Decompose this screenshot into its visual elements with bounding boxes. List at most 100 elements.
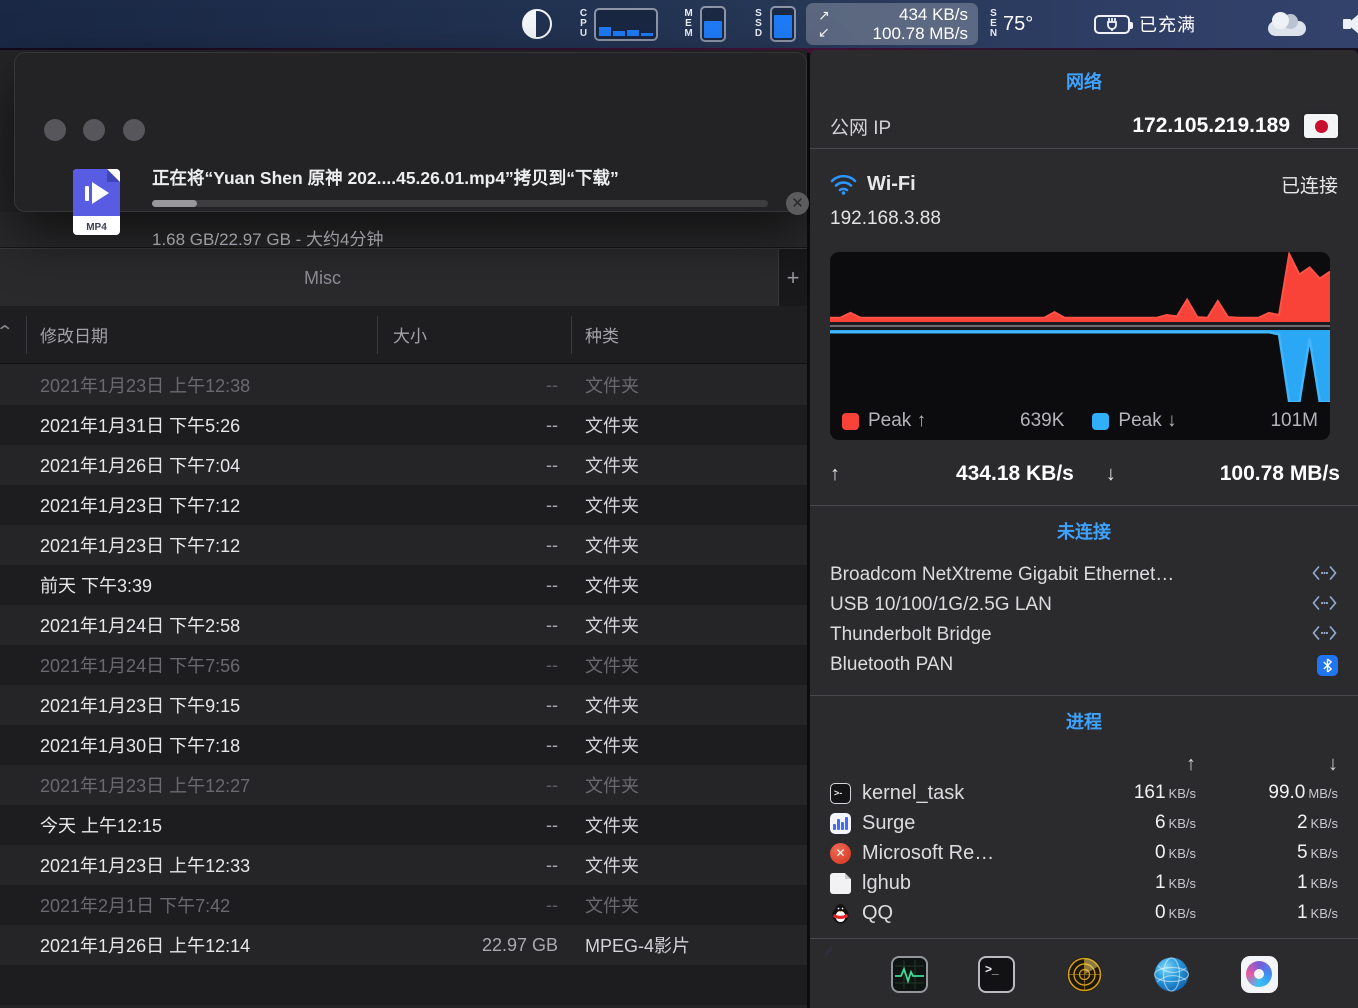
radar-icon[interactable] [1066,956,1103,993]
file-size: -- [377,375,571,396]
divider [810,938,1358,939]
file-row[interactable]: 2021年1月26日 上午12:1422.97 GBMPEG-4影片 [0,925,807,965]
globe-network-icon[interactable] [1153,956,1190,993]
file-size: -- [377,815,571,836]
menu-ssd-item[interactable]: SSD [753,0,796,48]
file-date-modified: 2021年1月24日 下午7:56 [0,652,377,678]
column-header-size[interactable]: 大小 [377,322,571,347]
copy-title: 正在将“Yuan Shen 原神 202....45.26.01.mp4”拷贝到… [152,165,782,190]
menu-sensor-item[interactable]: SEN 75° [988,0,1033,48]
file-row[interactable]: 2021年1月26日 下午7:04--文件夹 [0,445,807,485]
file-kind: 文件夹 [571,652,807,678]
disconnected-section-title: 未连接 [810,518,1358,544]
menu-bar: CPU MEM SSD ↗↙ 434 KB/s 100.78 MB/s SEN … [0,0,1358,48]
wifi-status: 已连接 [1281,171,1338,198]
file-row[interactable]: 2021年1月30日 下午7:18--文件夹 [0,725,807,765]
ethernet-icon [1311,566,1338,580]
activity-monitor-icon[interactable] [891,956,928,993]
new-tab-button[interactable]: + [779,249,807,307]
cpu-usage-bar [641,33,653,36]
menu-onedrive-item[interactable] [1266,0,1306,48]
minimize-traffic-light[interactable] [83,119,105,141]
menu-contrast-item[interactable] [522,0,552,48]
divider [810,695,1358,696]
file-date-modified: 2021年1月23日 上午12:38 [0,372,377,398]
process-row[interactable]: >-kernel_task161KB/s99.0MB/s [830,778,1338,808]
download-arrow: ↓ [1106,463,1116,486]
progress-fill [152,200,197,207]
wifi-row[interactable]: Wi-Fi 已连接 [830,168,1338,200]
volume-icon-partial[interactable] [1343,13,1358,35]
current-speed-row: ↑ 434.18 KB/s ↓ 100.78 MB/s [830,454,1340,494]
interface-row[interactable]: Thunderbolt Bridge [830,620,1338,650]
file-row[interactable]: 2021年1月23日 下午7:12--文件夹 [0,485,807,525]
file-size: -- [377,575,571,596]
list-column-headers: 修改日期 大小 种类 [0,306,807,364]
istat-menus-icon[interactable] [1241,956,1278,993]
process-name: kernel_task [862,782,1078,805]
file-row[interactable]: 2021年1月23日 上午12:27--文件夹 [0,765,807,805]
zoom-traffic-light[interactable] [123,119,145,141]
file-kind: 文件夹 [571,412,807,438]
file-size: -- [377,495,571,516]
interface-row[interactable]: Bluetooth PAN [830,650,1338,680]
process-row[interactable]: ✕Microsoft Re…0KB/s5KB/s [830,838,1338,868]
mp4-file-icon: MP4 [73,169,120,235]
process-download: 5KB/s [1196,842,1338,864]
mem-label: MEM [683,9,694,39]
process-row[interactable]: QQ0KB/s1KB/s [830,898,1338,928]
disconnected-interfaces-list: Broadcom NetXtreme Gigabit Ethernet…USB … [830,560,1338,680]
empty-row [0,965,807,1005]
file-date-modified: 2021年1月24日 下午2:58 [0,612,377,638]
file-row[interactable]: 2021年1月23日 下午7:12--文件夹 [0,525,807,565]
column-divider[interactable] [377,316,378,354]
temperature-value: 75° [1003,13,1033,36]
tab-misc[interactable]: Misc [0,249,645,307]
file-size: -- [377,735,571,756]
interface-row[interactable]: Broadcom NetXtreme Gigabit Ethernet… [830,560,1338,590]
close-traffic-light[interactable] [44,119,66,141]
divider [810,148,1358,149]
file-row[interactable]: 2021年1月24日 下午2:58--文件夹 [0,605,807,645]
menu-cpu-item[interactable]: CPU [578,0,658,48]
interface-row[interactable]: USB 10/100/1G/2.5G LAN [830,590,1338,620]
divider [810,505,1358,506]
menu-battery-item[interactable]: 已充满 [1094,0,1196,48]
process-row[interactable]: lghub1KB/s1KB/s [830,868,1338,898]
process-download: 1KB/s [1196,902,1338,924]
file-date-modified: 2021年1月30日 下午7:18 [0,732,377,758]
peak-up-value: 639K [1020,410,1064,432]
file-date-modified: 前天 下午3:39 [0,572,377,598]
file-row[interactable]: 今天 上午12:15--文件夹 [0,805,807,845]
surge-icon [830,813,851,834]
process-row[interactable]: Surge6KB/s2KB/s [830,808,1338,838]
file-date-modified: 2021年1月26日 上午12:14 [0,932,377,958]
battery-status: 已充满 [1139,11,1196,37]
cpu-label: CPU [578,9,589,39]
file-row[interactable]: 2021年1月31日 下午5:26--文件夹 [0,405,807,445]
column-divider[interactable] [26,316,27,354]
column-divider[interactable] [571,316,572,354]
ethernet-icon [1311,626,1338,640]
file-row[interactable]: 前天 下午3:39--文件夹 [0,565,807,605]
file-date-modified: 2021年1月23日 下午7:12 [0,532,377,558]
file-row[interactable]: 2021年1月23日 上午12:38--文件夹 [0,365,807,405]
file-size: -- [377,535,571,556]
public-ip-row: 公网 IP 172.105.219.189 [830,108,1338,144]
menu-network-item-active[interactable]: ↗↙ 434 KB/s 100.78 MB/s [806,3,978,45]
file-kind: 文件夹 [571,812,807,838]
process-upload: 0KB/s [1078,842,1196,864]
cloud-icon [1266,12,1306,36]
terminal-icon[interactable]: >_ [978,956,1015,993]
contrast-icon [522,9,552,39]
network-arrows-icon: ↗↙ [818,7,838,41]
menu-mem-item[interactable]: MEM [683,0,726,48]
column-header-kind[interactable]: 种类 [571,322,807,347]
file-row[interactable]: 2021年1月24日 下午7:56--文件夹 [0,645,807,685]
cancel-copy-button[interactable]: ✕ [786,192,809,215]
file-row[interactable]: 2021年1月23日 上午12:33--文件夹 [0,845,807,885]
file-row[interactable]: 2021年1月23日 下午9:15--文件夹 [0,685,807,725]
column-header-date-modified[interactable]: 修改日期 [0,322,377,347]
sort-direction-icon[interactable]: ⌃ [0,322,14,342]
file-row[interactable]: 2021年2月1日 下午7:42--文件夹 [0,885,807,925]
